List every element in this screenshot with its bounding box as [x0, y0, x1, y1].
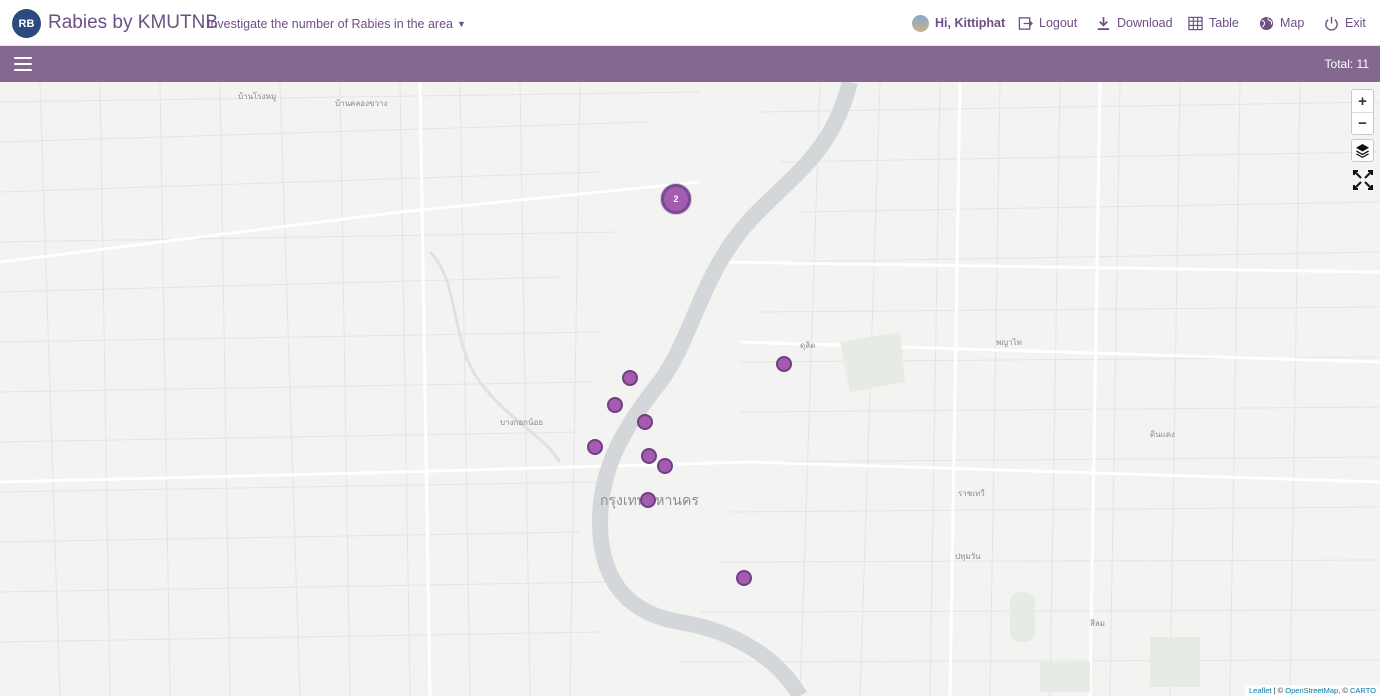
download-button[interactable]: Download [1096, 0, 1173, 46]
exit-label: Exit [1345, 16, 1366, 30]
place-label: ดุสิต [800, 341, 816, 350]
zoom-in-button[interactable]: + [1352, 90, 1373, 112]
case-marker[interactable] [637, 414, 653, 430]
fit-bounds-icon [1352, 169, 1373, 190]
globe-icon [1259, 16, 1274, 30]
subtitle-label: Investigate the number of Rabies in the … [207, 17, 453, 31]
caret-down-icon: ▼ [456, 19, 466, 29]
attribution-separator: | © [1271, 686, 1286, 695]
app-logo[interactable]: RB [12, 9, 41, 38]
case-marker[interactable] [607, 397, 623, 413]
marker-cluster[interactable]: 2 [661, 184, 691, 214]
map-button[interactable]: Map [1259, 0, 1304, 46]
place-label: บางกอกน้อย [500, 418, 543, 427]
place-label: ดินแดง [1150, 430, 1175, 439]
user-menu[interactable]: Hi, Kittiphat [912, 0, 1005, 46]
leaflet-link[interactable]: Leaflet [1249, 686, 1272, 695]
case-marker[interactable] [776, 356, 792, 372]
map-view[interactable]: บ้านโรงหมู บ้านคลองขวาง บางกอกน้อย ดุสิต… [0, 82, 1380, 696]
toolbar: Total: 11 [0, 46, 1380, 82]
place-label: ปทุมวัน [955, 552, 981, 561]
case-marker[interactable] [657, 458, 673, 474]
top-header: RB Rabies by KMUTNB Investigate the numb… [0, 0, 1380, 46]
user-avatar [912, 14, 929, 32]
place-label: บ้านคลองขวาง [335, 99, 388, 108]
layers-button[interactable] [1351, 139, 1374, 162]
layers-icon [1355, 143, 1370, 158]
case-marker[interactable] [640, 492, 656, 508]
app-title[interactable]: Rabies by KMUTNB [48, 12, 218, 34]
power-icon [1325, 16, 1338, 31]
logout-button[interactable]: Logout [1018, 0, 1077, 46]
logout-icon [1018, 16, 1033, 30]
fit-bounds-button[interactable] [1351, 168, 1374, 191]
case-marker[interactable] [622, 370, 638, 386]
map-label: Map [1280, 16, 1305, 30]
table-button[interactable]: Table [1188, 0, 1239, 46]
table-icon [1188, 16, 1203, 30]
map-tiles [0, 82, 1380, 696]
case-marker[interactable] [587, 439, 603, 455]
exit-button[interactable]: Exit [1324, 0, 1366, 46]
table-label: Table [1209, 16, 1239, 30]
case-marker[interactable] [736, 570, 752, 586]
map-attribution: Leaflet | © OpenStreetMap, © CARTO [1245, 685, 1380, 696]
subtitle-dropdown[interactable]: Investigate the number of Rabies in the … [207, 17, 466, 31]
logout-label: Logout [1039, 16, 1078, 30]
place-label: สีลม [1090, 619, 1106, 628]
place-label: พญาไท [996, 338, 1022, 347]
user-greeting: Hi, Kittiphat [935, 16, 1006, 30]
carto-link[interactable]: CARTO [1350, 686, 1376, 695]
zoom-control: + − [1351, 89, 1374, 135]
download-icon [1097, 16, 1110, 30]
download-label: Download [1117, 16, 1173, 30]
osm-link[interactable]: OpenStreetMap [1285, 686, 1338, 695]
attribution-separator: , © [1338, 686, 1351, 695]
place-label: บ้านโรงหมู [238, 92, 277, 101]
case-marker[interactable] [641, 448, 657, 464]
zoom-out-button[interactable]: − [1352, 112, 1373, 134]
hamburger-icon[interactable] [14, 57, 32, 71]
total-count: Total: 11 [1324, 57, 1369, 71]
place-label: ราชเทวี [958, 489, 985, 498]
